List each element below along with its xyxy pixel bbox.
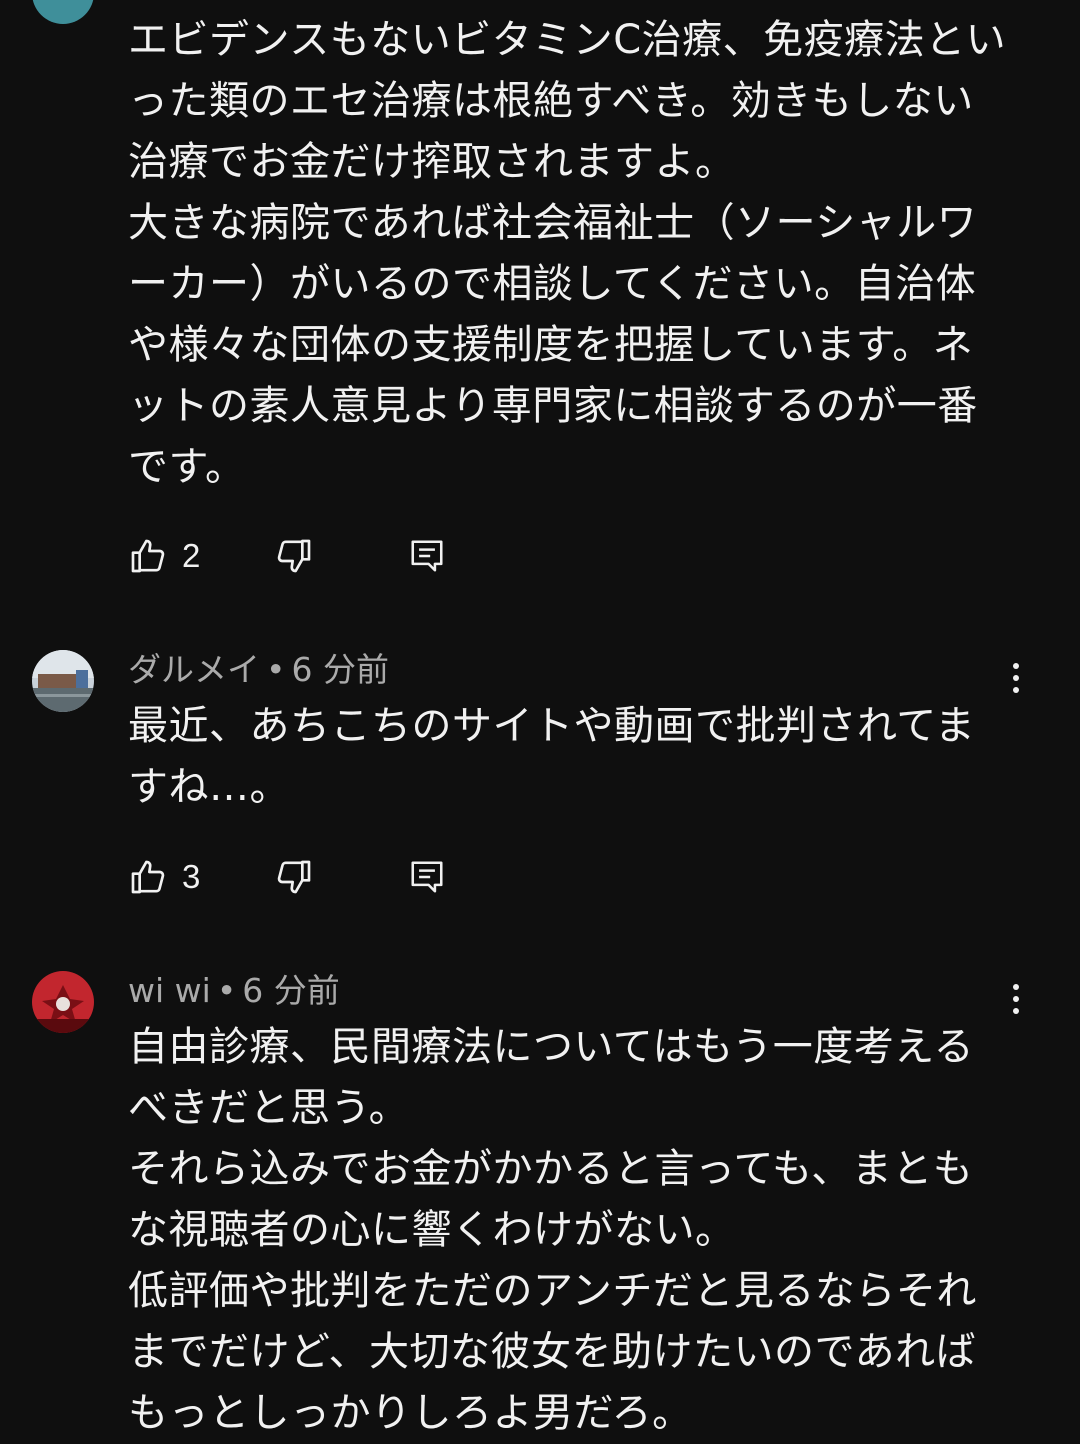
comment-time: 6 分前 (242, 971, 340, 1010)
author-name[interactable]: ダルメイ (128, 650, 260, 689)
like-button[interactable]: 3 (128, 853, 200, 901)
thumb-up-icon (128, 857, 168, 897)
reply-button[interactable] (408, 853, 446, 901)
avatar[interactable] (32, 650, 94, 712)
comment-meta: ダルメイ • 6 分前 (128, 650, 389, 690)
avatar[interactable] (32, 971, 94, 1033)
more-vert-icon (1011, 983, 1021, 1019)
author-name[interactable]: wi wi (128, 971, 211, 1010)
reply-button[interactable] (408, 532, 446, 580)
like-count: 2 (182, 537, 201, 574)
dislike-button[interactable] (274, 853, 314, 901)
dislike-button[interactable] (274, 532, 314, 580)
comment-time: 6 分前 (291, 650, 389, 689)
meta-separator: • (266, 650, 286, 689)
more-vert-icon (1011, 662, 1021, 698)
like-count: 3 (182, 858, 201, 895)
comment-text: 自由診療、民間療法についてはもう一度考えるべきだと思う。 それら込みでお金がかか… (128, 1024, 977, 1436)
comment-meta: wi wi • 6 分前 (128, 971, 340, 1011)
thumb-down-icon (274, 536, 314, 576)
comment-text: 最近、あちこちのサイトや動画で批判されてますね…。 (128, 703, 976, 810)
reply-comment-icon (408, 858, 446, 896)
avatar[interactable] (32, 0, 94, 24)
comment-actions: 2 (128, 532, 548, 580)
comment-actions: 3 (128, 853, 548, 901)
thumb-down-icon (274, 857, 314, 897)
comment-text: エビデンスもないビタミンC治療、免疫療法といった類のエセ治療は根絶すべき。効きも… (128, 17, 1007, 490)
reply-comment-icon (408, 537, 446, 575)
meta-separator: • (216, 971, 237, 1010)
thumb-up-icon (128, 536, 168, 576)
like-button[interactable]: 2 (128, 532, 200, 580)
